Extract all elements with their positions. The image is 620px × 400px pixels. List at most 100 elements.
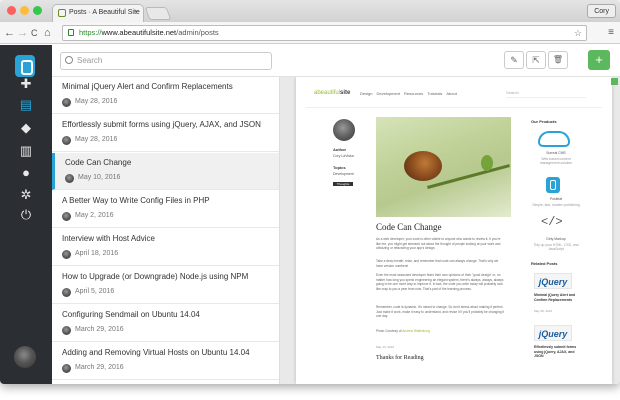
url-host: www.abeautifulsite.net [101,28,177,37]
edit-button[interactable]: ✎ [504,51,524,69]
postleaf-logo-icon [546,177,560,193]
author-avatar-icon [62,250,71,259]
post-title: Code Can Change [65,158,132,167]
profile-button[interactable]: Cory [587,4,616,18]
user-icon[interactable]: ● [0,166,52,180]
author-avatar-icon [62,364,71,373]
author-avatar-icon [65,174,74,183]
add-post-button[interactable]: + [588,50,610,70]
open-external-button[interactable]: ⇱ [526,51,546,69]
site-nav-item[interactable]: Design [360,91,372,96]
site-logo-bold: site [340,90,351,96]
preview-page: abeautifulsite Design Development Resource… [296,77,612,384]
bookmark-star-icon[interactable]: ☆ [574,26,582,40]
home-button[interactable]: ⌂ [44,26,51,40]
post-title: A Better Way to Write Config Files in PH… [62,196,210,205]
related-post-date: May 28, 2016 [534,309,553,313]
delete-button[interactable]: 🗑 [548,51,568,69]
author-avatar-icon [62,288,71,297]
post-date: May 28, 2016 [75,136,118,143]
power-icon[interactable]: ⏻ [0,208,52,222]
photo-credit: Photo Courtesy of Andrew Wallenborg [376,329,430,333]
bud-shape [481,155,493,171]
hero-image [376,117,511,217]
jquery-logo: jQuery [534,325,572,341]
tag-icon[interactable]: ◆ [0,121,52,135]
maximize-window-button[interactable] [33,6,42,15]
post-title: Adding and Removing Virtual Hosts on Ubu… [62,348,250,357]
product-name[interactable]: Surreal CMS [531,151,581,155]
app-logo[interactable] [15,55,35,77]
post-date: April 5, 2016 [75,288,115,295]
site-logo-text: abeautiful [314,90,341,96]
tab-bar: Posts · A Beautiful Site × Cory [0,0,620,22]
preview-flag-icon[interactable] [611,78,618,85]
favicon-icon [58,9,66,17]
related-post-title[interactable]: Minimal jQuery Alert and Confirm Replace… [534,293,579,302]
site-search-input[interactable]: Search [506,90,586,98]
article-paragraph: Remember, code is dynamic. It's meant to… [376,305,504,318]
minimize-window-button[interactable] [20,6,29,15]
post-list-item[interactable]: Interview with Host Advice April 18, 2016 [52,229,279,266]
related-post-title[interactable]: Effortlessly submit forms using jQuery, … [534,345,579,359]
gear-icon[interactable]: ✲ [0,188,52,202]
divider [306,107,602,108]
post-list-item[interactable]: Adding and Removing Virtual Hosts on Ubu… [52,343,279,380]
post-list-item[interactable]: How to Upgrade (or Downgrade) Node.js us… [52,267,279,304]
site-nav-item[interactable]: Resources [404,91,423,96]
tag-badge[interactable]: Thoughts [333,182,353,186]
jquery-logo: jQuery [534,273,572,289]
reload-button[interactable]: C [31,26,38,40]
site-logo[interactable]: abeautifulsite [314,90,350,96]
site-nav-item[interactable]: About [446,91,456,96]
address-bar-row: ← → C ⌂ https://www.abeautifulsite.net/a… [0,22,620,44]
post-date: April 18, 2016 [75,250,119,257]
thanks-heading: Thanks for Reading [376,355,424,361]
document-icon[interactable]: ▤ [0,98,52,112]
url-scheme: https:// [79,28,102,37]
site-nav-item[interactable]: Development [376,91,400,96]
user-avatar[interactable] [14,346,36,368]
author-avatar-icon [62,326,71,335]
post-list-item[interactable]: Minimal jQuery Alert and Confirm Replace… [52,77,279,114]
post-list-item[interactable]: A Better Way to Write Config Files in PH… [52,191,279,228]
url-field[interactable]: https://www.abeautifulsite.net/admin/pos… [62,25,587,41]
post-date: May 10, 2016 [78,174,121,181]
post-list-item[interactable]: Effortlessly submit forms using jQuery, … [52,115,279,152]
topics-value[interactable]: Development [333,172,354,176]
back-button[interactable]: ← [4,26,15,40]
close-window-button[interactable] [7,6,16,15]
product-name[interactable]: Dirty Markup [531,237,581,241]
admin-sidebar: ✚ ▤ ◆ ▥ ● ✲ ⏻ [0,45,52,384]
tab-close-icon[interactable]: × [134,5,138,21]
article-date: May 10, 2016 [376,345,395,349]
url-path: /admin/posts [176,28,219,37]
map-icon[interactable]: ▥ [0,144,52,158]
post-title: Configuring Sendmail on Ubuntu 14.04 [62,310,200,319]
product-name[interactable]: Postleaf [531,197,581,201]
author-avatar-icon [62,212,71,221]
products-title: Our Products [531,119,557,124]
post-title: How to Upgrade (or Downgrade) Node.js us… [62,272,249,281]
post-list: Minimal jQuery Alert and Confirm Replace… [52,77,280,384]
article-paragraph: Even the most seasoned developer fears t… [376,273,504,291]
new-tab-button[interactable] [144,7,172,20]
search-input[interactable]: Search [60,52,272,70]
post-date: March 29, 2016 [75,326,124,333]
post-list-item[interactable]: Code Can Change May 10, 2016 [52,153,279,190]
search-bar: Search [52,45,280,77]
forward-button[interactable]: → [17,26,28,40]
photo-credit-link[interactable]: Andrew Wallenborg [402,329,430,333]
post-list-item[interactable]: Configuring Sendmail on Ubuntu 14.04 Marc… [52,305,279,342]
browser-tab[interactable]: Posts · A Beautiful Site × [52,4,144,22]
plus-icon[interactable]: ✚ [0,77,52,91]
post-preview: abeautifulsite Design Development Resource… [280,77,620,384]
tab-title: Posts · A Beautiful Site [69,9,140,16]
post-date: May 2, 2016 [75,212,114,219]
author-label: Author [333,147,347,152]
topics-label: Topics [333,165,346,170]
post-toolbar: ✎ ⇱ 🗑 + [280,45,620,77]
browser-menu-icon[interactable]: ≡ [608,27,614,39]
product-desc: Tidy up your HTML, CSS, and JavaScript [533,243,579,251]
site-nav-item[interactable]: Tutorials [427,91,442,96]
